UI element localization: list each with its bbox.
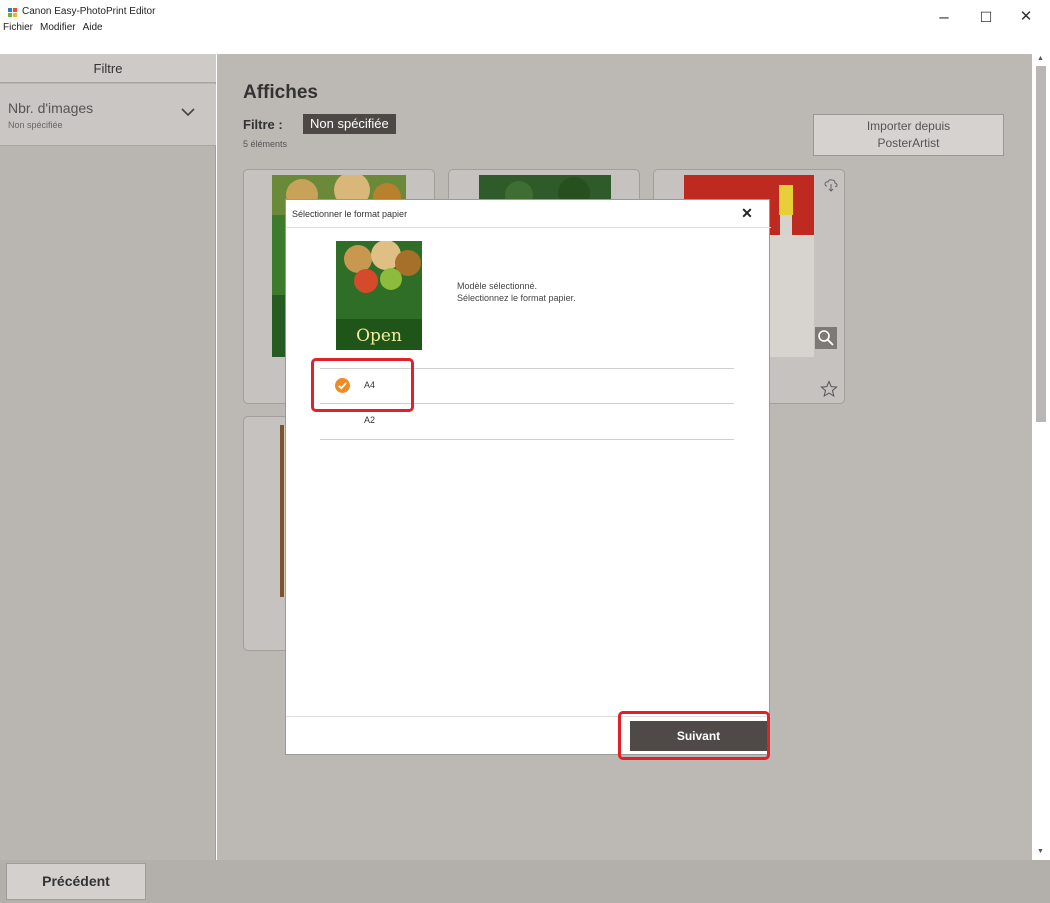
active-filter-chip[interactable]: Non spécifiée — [303, 114, 396, 134]
highlight-a4-option — [311, 358, 414, 412]
scroll-down-arrow-icon[interactable]: ▼ — [1037, 848, 1044, 855]
filter-value: Non spécifiée — [8, 120, 63, 130]
selected-template-thumbnail: Open — [336, 241, 422, 350]
scroll-up-arrow-icon[interactable]: ▲ — [1037, 55, 1044, 62]
sidebar-header: Filtre — [0, 54, 216, 83]
footer-bar: Précédent — [0, 860, 1050, 903]
list-divider — [320, 439, 734, 440]
chevron-down-icon[interactable] — [180, 106, 196, 118]
magnifier-icon — [818, 330, 834, 346]
previous-button[interactable]: Précédent — [6, 863, 146, 900]
title-bar: Canon Easy-PhotoPrint Editor Fichier Mod… — [0, 0, 1050, 34]
favorite-star-icon[interactable] — [820, 380, 838, 398]
menu-bar: Fichier Modifier Aide — [3, 22, 103, 33]
dialog-divider — [286, 227, 771, 228]
cloud-download-icon — [824, 179, 838, 192]
close-window-button[interactable]: ✕ — [1006, 4, 1046, 30]
minimize-button[interactable]: – — [924, 4, 964, 30]
page-title: Affiches — [243, 82, 318, 103]
app-title: Canon Easy-PhotoPrint Editor — [22, 6, 156, 17]
highlight-next-button — [618, 711, 770, 760]
dialog-message-line1: Modèle sélectionné. — [457, 281, 538, 291]
dialog-message-line2: Sélectionnez le format papier. — [457, 293, 576, 303]
scroll-thumb[interactable] — [1036, 66, 1046, 422]
import-label-line1: Importer depuis — [866, 119, 951, 133]
thumbnail-open-text: Open — [356, 326, 402, 346]
filter-sidebar: Filtre Nbr. d'images Non spécifiée — [0, 54, 216, 860]
import-label-line2: PosterArtist — [877, 136, 940, 150]
app-icon — [8, 8, 17, 17]
maximize-button[interactable]: ☐ — [966, 4, 1006, 30]
filter-label: Nbr. d'images — [8, 100, 94, 116]
dialog-close-button[interactable]: ✕ — [737, 203, 757, 223]
menu-modifier[interactable]: Modifier — [40, 22, 76, 33]
item-count: 5 éléments — [243, 139, 288, 149]
import-posterartist-button[interactable]: Importer depuis PosterArtist — [813, 114, 1004, 156]
paper-size-label: A2 — [364, 415, 376, 425]
menu-aide[interactable]: Aide — [83, 22, 103, 33]
menu-fichier[interactable]: Fichier — [3, 22, 33, 33]
dialog-title: Sélectionner le format papier — [292, 209, 408, 219]
zoom-button[interactable] — [815, 327, 837, 349]
vertical-scrollbar[interactable]: ▲ ▼ — [1032, 54, 1050, 860]
select-paper-size-dialog: Sélectionner le format papier ✕ Open Mod… — [285, 199, 771, 755]
image-count-filter[interactable]: Nbr. d'images Non spécifiée — [0, 84, 216, 146]
active-filter-label: Filtre : — [243, 117, 283, 132]
